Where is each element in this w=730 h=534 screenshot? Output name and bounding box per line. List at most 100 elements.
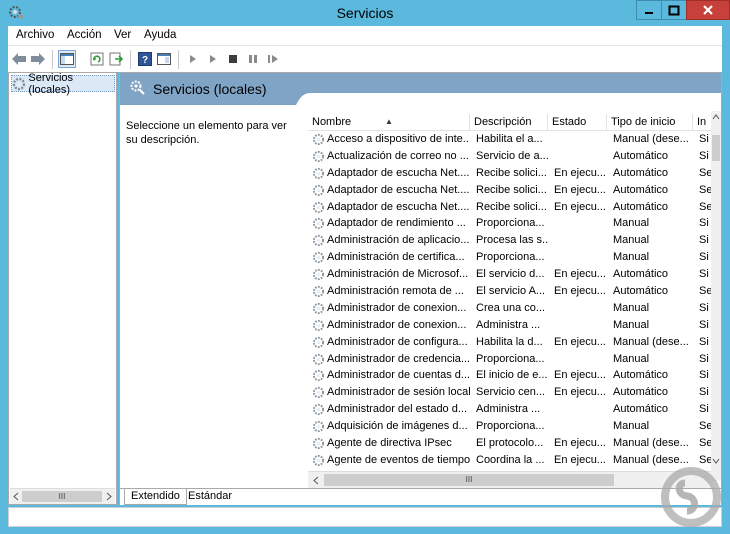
service-gear-icon — [312, 353, 325, 365]
tab-extendido[interactable]: Extendido — [124, 489, 187, 505]
table-row[interactable]: Administrador del estado d... Administra … — [308, 401, 711, 418]
service-startup-type: Manual — [613, 318, 650, 331]
service-name-cell: Administrador de configura... — [312, 335, 470, 350]
service-startup-type: Automático — [613, 149, 669, 162]
table-row[interactable]: Administrador de conexion... Crea una co.… — [308, 300, 711, 317]
services-list: Nombre ▲ Descripción Estado Tipo de inici… — [308, 111, 711, 481]
table-row[interactable]: Administrador de credencia... Proporciona… — [308, 351, 711, 368]
table-row[interactable]: Administración de Microsof... El servicio… — [308, 266, 711, 283]
table-row[interactable]: Administración de certifica... Proporcion… — [308, 249, 711, 266]
column-header-name[interactable]: Nombre ▲ — [308, 114, 470, 131]
service-startup-type: Automático — [613, 285, 669, 298]
table-row[interactable]: Adaptador de escucha Net.... Recibe solic… — [308, 182, 711, 199]
table-row[interactable]: Administrador de cuentas d... El inicio d… — [308, 367, 711, 384]
properties-button[interactable] — [155, 50, 173, 68]
scroll-thumb[interactable]: III — [22, 491, 102, 502]
service-description: Coordina la ... — [476, 453, 545, 466]
start-service-alt-button[interactable] — [204, 50, 222, 68]
console-tree-icon — [60, 53, 74, 65]
service-name-cell: Administrador de credencia... — [312, 352, 470, 367]
table-row[interactable]: Adaptador de rendimiento ... Proporciona.… — [308, 215, 711, 232]
show-hide-tree-button[interactable] — [58, 50, 76, 68]
column-header-startup-type[interactable]: Tipo de inicio — [607, 114, 693, 131]
table-row[interactable]: Administración remota de ... El servicio … — [308, 283, 711, 300]
table-row[interactable]: Administrador de configura... Habilita la… — [308, 334, 711, 351]
menu-accion[interactable]: Acción — [67, 29, 102, 41]
table-row[interactable]: Administración de aplicacio... Procesa la… — [308, 232, 711, 249]
service-startup-type: Manual — [613, 217, 650, 230]
minimize-button[interactable] — [636, 0, 662, 20]
tab-estandar[interactable]: Estándar — [182, 489, 238, 505]
table-row[interactable]: Acceso a dispositivo de inte... Habilita … — [308, 131, 711, 148]
table-row[interactable]: Adquisición de imágenes d... Proporciona.… — [308, 418, 711, 435]
service-name-cell: Administrador de conexion... — [312, 318, 470, 333]
export-list-button[interactable] — [107, 50, 125, 68]
scroll-up-icon — [712, 114, 720, 120]
refresh-button[interactable] — [88, 50, 106, 68]
service-state: En ejecu... — [554, 166, 606, 179]
table-row[interactable]: Administrador de sesión local Servicio ce… — [308, 384, 711, 401]
service-login: Se — [699, 166, 711, 179]
service-name: Actualización de correo no ... — [327, 149, 469, 162]
left-horizontal-scrollbar[interactable]: III — [10, 488, 115, 504]
service-name: Agente de directiva IPsec — [327, 437, 452, 450]
service-gear-icon — [312, 421, 325, 433]
table-row[interactable]: Agente de eventos de tiempo Coordina la .… — [308, 452, 711, 469]
service-description: El inicio de e... — [476, 369, 548, 382]
scroll-left-icon — [313, 476, 319, 485]
tree-item-services-local[interactable]: Servicios (locales) — [11, 72, 115, 96]
column-header-login[interactable]: In — [693, 114, 711, 131]
stop-service-button[interactable] — [224, 50, 242, 68]
maximize-button[interactable] — [661, 0, 687, 20]
service-startup-type: Automático — [613, 403, 669, 416]
vertical-scrollbar[interactable] — [711, 111, 721, 481]
service-description: Habilita el a... — [476, 133, 543, 145]
pause-service-button[interactable] — [244, 50, 262, 68]
service-login: Si — [699, 251, 709, 264]
header-wave — [120, 93, 721, 107]
menu-ayuda[interactable]: Ayuda — [144, 29, 176, 41]
menu-ver[interactable]: Ver — [114, 29, 131, 41]
table-row[interactable]: Administrador de conexion... Administra .… — [308, 317, 711, 334]
rows-container: Acceso a dispositivo de inte... Habilita … — [308, 131, 711, 469]
help-icon: ? — [138, 52, 152, 66]
menu-archivo[interactable]: Archivo — [16, 29, 54, 41]
service-state — [554, 216, 609, 231]
service-description: Recibe solici... — [476, 183, 547, 196]
service-state: En ejecu... — [554, 369, 606, 382]
table-row[interactable]: Adaptador de escucha Net.... Recibe solic… — [308, 199, 711, 216]
service-gear-icon — [312, 218, 325, 230]
table-row[interactable]: Adaptador de escucha Net.... Recibe solic… — [308, 165, 711, 182]
restart-service-button[interactable] — [264, 50, 282, 68]
help-button[interactable]: ? — [136, 50, 154, 68]
services-gear-icon — [12, 77, 26, 90]
close-button[interactable] — [686, 0, 730, 20]
start-service-button[interactable] — [184, 50, 202, 68]
window-title: Servicios — [336, 5, 394, 21]
service-state — [554, 132, 609, 147]
service-description: El protocolo... — [476, 437, 544, 450]
service-name-cell: Acceso a dispositivo de inte... — [312, 132, 470, 147]
list-horizontal-scrollbar[interactable]: III — [308, 471, 711, 488]
service-login: Si — [699, 217, 709, 230]
table-row[interactable]: Agente de directiva IPsec El protocolo...… — [308, 435, 711, 452]
service-startup-type: Automático — [613, 268, 669, 281]
service-login: Si — [699, 335, 709, 348]
vertical-scroll-thumb[interactable] — [712, 135, 720, 161]
service-startup-type: Automático — [613, 183, 669, 196]
service-login: Si — [699, 318, 709, 331]
column-header-description[interactable]: Descripción — [470, 114, 548, 131]
service-name-cell: Administrador de conexion... — [312, 301, 470, 316]
service-state: En ejecu... — [554, 453, 606, 466]
forward-button[interactable] — [29, 50, 47, 68]
column-header-state[interactable]: Estado — [548, 114, 607, 131]
service-name-cell: Adaptador de escucha Net.... — [312, 183, 470, 198]
service-state — [554, 352, 609, 367]
list-scroll-thumb[interactable]: III — [324, 474, 614, 486]
table-row[interactable]: Actualización de correo no ... Servicio d… — [308, 148, 711, 165]
service-gear-icon — [312, 201, 325, 213]
service-state — [554, 149, 609, 164]
service-gear-icon — [312, 184, 325, 196]
back-button[interactable] — [10, 50, 28, 68]
service-name-cell: Agente de directiva IPsec — [312, 436, 470, 451]
